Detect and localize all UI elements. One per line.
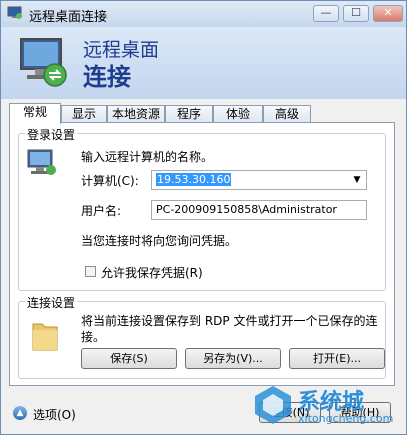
close-button[interactable]: ✕: [373, 5, 403, 22]
save-credentials-label[interactable]: 允许我保存凭据(R): [101, 264, 203, 281]
computer-icon: [27, 149, 56, 175]
tab-display[interactable]: 显示: [61, 105, 107, 123]
computer-name-prompt: 输入远程计算机的名称。: [81, 150, 214, 164]
save-button[interactable]: 保存(S): [81, 348, 177, 369]
credentials-info: 当您连接时将向您询问凭据。: [81, 234, 238, 248]
tab-programs[interactable]: 程序: [165, 105, 213, 123]
computer-value: 19.53.30.160: [156, 173, 232, 186]
login-settings-group: 登录设置 输入远程计算机的名称。 计算机(C): 19.53.30.160 ▼ …: [18, 126, 386, 291]
open-button[interactable]: 打开(E)...: [289, 348, 385, 369]
save-as-button[interactable]: 另存为(V)...: [185, 348, 281, 369]
login-settings-legend: 登录设置: [25, 126, 78, 143]
tab-advanced[interactable]: 高级: [263, 105, 311, 123]
header-title-line2: 连接: [83, 63, 131, 91]
general-tab-panel: 登录设置 输入远程计算机的名称。 计算机(C): 19.53.30.160 ▼ …: [9, 122, 395, 386]
site-watermark: 系统城 xitongcheng.com: [252, 382, 402, 430]
save-credentials-checkbox[interactable]: [85, 266, 96, 277]
connection-desc-line2: 接。: [81, 330, 106, 344]
maximize-button[interactable]: ☐: [343, 5, 369, 22]
monitor-connection-icon: [20, 38, 67, 87]
options-toggle[interactable]: 选项(O): [33, 406, 76, 423]
username-label: 用户名:: [81, 204, 122, 218]
dropdown-arrow-icon[interactable]: ▼: [350, 171, 364, 189]
tab-local-resources[interactable]: 本地资源: [107, 105, 165, 123]
tab-experience[interactable]: 体验: [213, 105, 263, 123]
connection-desc-line1: 将当前连接设置保存到 RDP 文件或打开一个已保存的连: [81, 314, 378, 328]
options-expand-icon[interactable]: ▲: [13, 406, 27, 420]
window-title: 远程桌面连接: [29, 10, 108, 25]
watermark-url: xitongcheng.com: [298, 412, 394, 425]
connection-settings-legend: 连接设置: [25, 294, 78, 311]
header-banner: 远程桌面 连接: [1, 27, 406, 99]
username-field[interactable]: PC-200909150858\Administrator: [151, 200, 367, 220]
watermark-logo-icon: [255, 386, 291, 424]
remote-desktop-icon: [7, 6, 22, 19]
title-bar: 远程桌面连接 — ☐ ✕: [1, 1, 406, 27]
connection-settings-group: 连接设置 将当前连接设置保存到 RDP 文件或打开一个已保存的连 接。 保存(S…: [18, 294, 386, 379]
computer-combobox[interactable]: 19.53.30.160 ▼: [151, 170, 367, 190]
minimize-button[interactable]: —: [313, 5, 339, 22]
folder-icon: [32, 323, 58, 351]
computer-label: 计算机(C):: [81, 174, 139, 188]
remote-desktop-window: 远程桌面连接 — ☐ ✕ 远程桌面 连接 常规 显示 本地资源 程序 体验 高级…: [0, 0, 407, 435]
tab-general[interactable]: 常规: [9, 103, 61, 124]
